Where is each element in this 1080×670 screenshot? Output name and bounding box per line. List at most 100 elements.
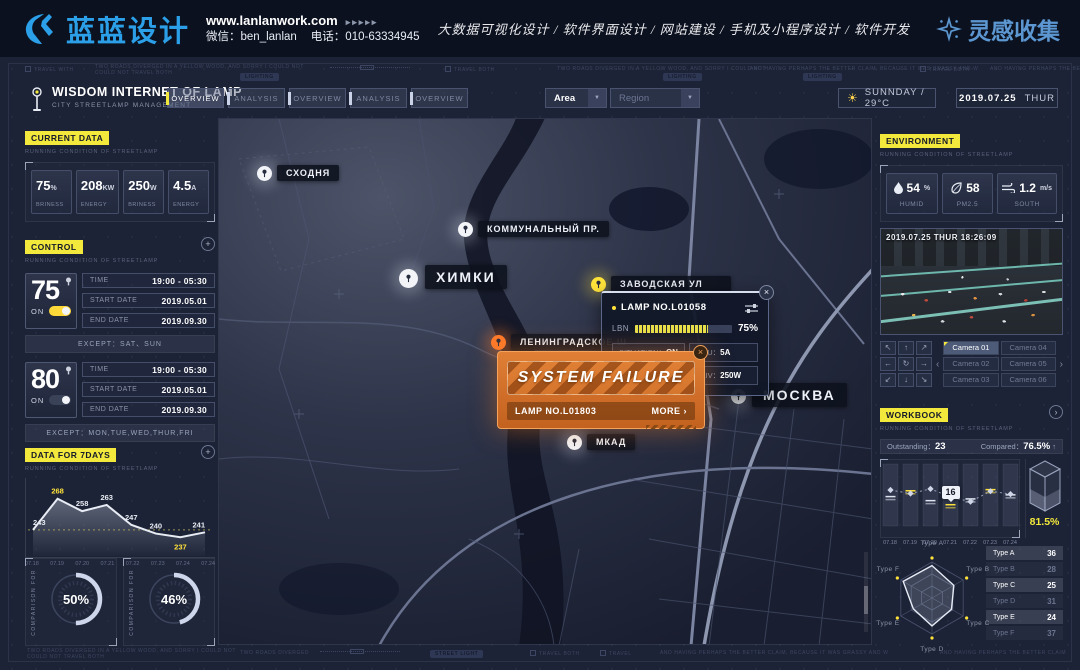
panel-badge: ENVIRONMENT (880, 134, 960, 148)
gauge-value: 46% (142, 567, 206, 631)
city-map[interactable]: СХОДНЯ КОММУНАЛЬНЫЙ ПР. ХИМКИ ЗАВОДСКАЯ … (218, 118, 872, 645)
map-label-zavodskaya[interactable]: ЗАВОДСКАЯ УЛ (611, 276, 731, 292)
map-pin-leningradskoe[interactable] (491, 335, 506, 350)
radar-label-f: Type F (877, 566, 900, 573)
brightness-card: 80 ON (25, 362, 77, 418)
pan-right-button[interactable]: → (916, 357, 932, 371)
logo-text: 蓝蓝设计 (66, 8, 190, 50)
panel-badge: CONTROL (25, 240, 83, 254)
phone-text: 电话：010-63334945 (311, 31, 420, 43)
type-a-row[interactable]: Type A36 (986, 546, 1063, 560)
cube-icon (1028, 459, 1062, 513)
website-link[interactable]: www.lanlanwork.com (206, 13, 338, 28)
map-label-mkad[interactable]: МКАД (587, 434, 635, 450)
wechat-text: 微信：ben_lanlan (206, 31, 297, 43)
area-select[interactable]: Area▼ (545, 88, 607, 108)
tab-overview-3[interactable]: OVERVIEW (411, 88, 468, 108)
sliders-icon[interactable] (745, 303, 758, 313)
more-button[interactable]: MORE › (652, 406, 688, 416)
sparkle-icon (936, 16, 962, 42)
pan-down-button[interactable]: ↓ (898, 373, 914, 387)
workbook-next-button[interactable]: › (1049, 405, 1063, 419)
end-date-row: END DATE2019.09.30 (82, 313, 215, 328)
chevron-down-icon: ▼ (588, 89, 606, 107)
alert-footer: LAMP NO.L01803 MORE › (507, 402, 695, 420)
lighting-tag: LIGHTING (803, 73, 842, 81)
camera-03-button[interactable]: Camera 03 (943, 373, 998, 387)
tab-overview-1[interactable]: OVERVIEW (167, 88, 224, 108)
decor-strip-top: TRAVEL WITH TWO ROADS DIVERGED IN A YELL… (0, 64, 1080, 86)
type-f-row[interactable]: Type F37 (986, 626, 1063, 640)
camera-01-button[interactable]: Camera 01 (943, 341, 998, 355)
close-icon[interactable]: × (693, 345, 708, 360)
map-pin-khimki[interactable] (399, 269, 418, 288)
dashboard-header: WISDOM INTERNET OF LAMP CITY STREETLAMP … (0, 85, 1080, 117)
environment-panel: ENVIRONMENT RUNNING CONDITION OF STREETL… (880, 131, 1063, 222)
radar-label-a: Type A (921, 540, 944, 547)
current-data-panel: CURRENT DATA RUNNING CONDITION OF STREET… (25, 128, 215, 222)
svg-text:247: 247 (125, 513, 138, 522)
map-label-skhodnya[interactable]: СХОДНЯ (277, 165, 339, 181)
map-pin-zavodskaya[interactable] (591, 277, 606, 292)
camera-dpad: ↖ ↑ ↗ ← ↻ → ↙ ↓ ↘ (880, 341, 932, 387)
pan-left-button[interactable]: ← (880, 357, 896, 371)
reset-view-button[interactable]: ↻ (898, 357, 914, 371)
chevron-down-icon: ▼ (681, 89, 699, 107)
lamp-toggle[interactable] (49, 306, 71, 316)
map-pin-kommunalny[interactable] (458, 222, 473, 237)
lamp-pin-icon (570, 438, 579, 447)
lanlan-logo[interactable]: 蓝蓝设计 (22, 8, 190, 50)
svg-text:241: 241 (192, 520, 205, 529)
region-select[interactable]: Region▼ (610, 88, 700, 108)
type-c-row[interactable]: Type C25 (986, 578, 1063, 592)
hazard-stripes-decor (646, 425, 696, 429)
system-failure-alert: × SYSTEM FAILURE LAMP NO.L01803 MORE › (497, 351, 705, 429)
pan-up-left-button[interactable]: ↖ (880, 341, 896, 355)
brightness-card: 75 ON (25, 273, 77, 329)
type-d-row[interactable]: Type D31 (986, 594, 1063, 608)
tab-overview-2[interactable]: OVERVIEW (289, 88, 346, 108)
time-row: TIME19:00 - 05:30 (82, 273, 215, 288)
tab-analysis-2[interactable]: ANALYSIS (350, 88, 407, 108)
map-label-kommunalny[interactable]: КОММУНАЛЬНЫЙ ПР. (478, 221, 609, 237)
camera-06-button[interactable]: Camera 06 (1001, 373, 1056, 387)
camera-controls: ↖ ↑ ↗ ← ↻ → ↙ ↓ ↘ ‹ Camera 01 Camera 02 … (880, 341, 1063, 387)
map-pin-skhodnya[interactable] (257, 166, 272, 181)
pan-down-left-button[interactable]: ↙ (880, 373, 896, 387)
svg-text:268: 268 (51, 487, 64, 496)
street-light-tag: STREET LIGHT (430, 650, 483, 658)
panel-badge: DATA FOR 7DAYS (25, 448, 116, 462)
panel-subtitle: RUNNING CONDITION OF STREETLAMP (880, 426, 1063, 432)
panel-subtitle: RUNNING CONDITION OF STREETLAMP (25, 149, 215, 155)
type-b-row[interactable]: Type B28 (986, 562, 1063, 576)
prev-camera-icon[interactable]: ‹ (936, 359, 939, 370)
bulb-icon (65, 366, 72, 375)
camera-02-button[interactable]: Camera 02 (943, 357, 998, 371)
panel-badge: CURRENT DATA (25, 131, 109, 145)
radar-panel: Type A Type B Type C Type D Type E Type … (880, 540, 1063, 658)
map-pin-mkad[interactable] (567, 435, 582, 450)
pan-up-button[interactable]: ↑ (898, 341, 914, 355)
pan-down-right-button[interactable]: ↘ (916, 373, 932, 387)
inspiration-collect-link[interactable]: 灵感收集 (936, 12, 1060, 46)
expand-week-button[interactable]: + (201, 445, 215, 459)
close-icon[interactable]: × (759, 285, 774, 300)
next-camera-icon[interactable]: › (1060, 359, 1063, 370)
camera-05-button[interactable]: Camera 05 (1001, 357, 1056, 371)
wind-icon (1002, 183, 1015, 193)
start-date-row: START DATE2019.05.01 (82, 293, 215, 308)
pm25-stat: 58 PM2.5 (942, 173, 994, 214)
promo-banner: 蓝蓝设计 www.lanlanwork.com▸▸▸▸▸ 微信：ben_lanl… (0, 0, 1080, 57)
camera-04-button[interactable]: Camera 04 (1001, 341, 1056, 355)
lighting-tag: LIGHTING (240, 73, 279, 81)
type-e-row[interactable]: Type E24 (986, 610, 1063, 624)
checkbox-decor (445, 66, 451, 72)
map-label-khimki[interactable]: ХИМКИ (425, 265, 507, 289)
lamp-toggle[interactable] (49, 395, 71, 405)
tab-analysis-1[interactable]: ANALYSIS (228, 88, 285, 108)
bulb-icon (65, 277, 72, 286)
side-percent: 81.5% (1030, 516, 1060, 528)
pan-up-right-button[interactable]: ↗ (916, 341, 932, 355)
add-control-button[interactable]: + (201, 237, 215, 251)
map-scrollbar[interactable] (864, 552, 868, 632)
